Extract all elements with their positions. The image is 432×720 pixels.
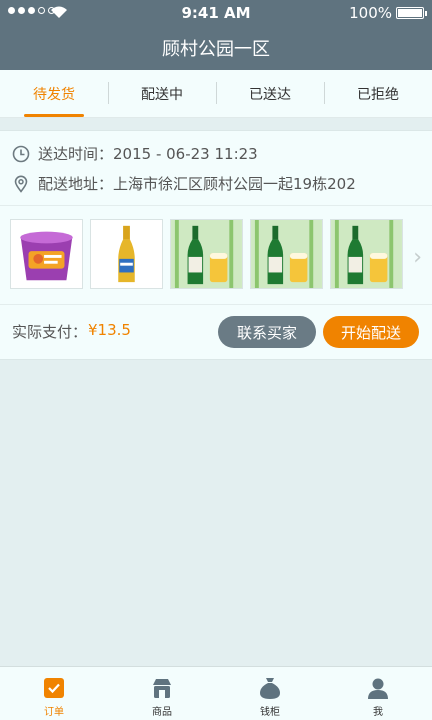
- tabbar-label: 商品: [152, 707, 172, 718]
- tabbar-label: 我: [373, 707, 383, 718]
- tab-pending-shipment[interactable]: 待发货: [0, 70, 108, 117]
- bottom-tab-bar: 订单 商品 钱柜 我: [0, 666, 432, 720]
- user-icon: [368, 678, 388, 699]
- product-green-beer-pack[interactable]: [170, 219, 243, 289]
- tabbar-item-me[interactable]: 我: [324, 667, 432, 720]
- status-bar: 9:41 AM 100%: [0, 0, 432, 26]
- contact-buyer-button[interactable]: 联系买家: [218, 316, 316, 348]
- page-title: 顾村公园一区: [162, 39, 270, 60]
- divider: [0, 205, 432, 206]
- order-status-tabs: 待发货 配送中 已送达 已拒绝: [0, 70, 432, 118]
- chevron-right-icon[interactable]: ›: [413, 245, 422, 270]
- divider: [0, 304, 432, 305]
- nav-bar: 顾村公园一区: [0, 26, 432, 70]
- product-beer-bottle[interactable]: [90, 219, 163, 289]
- wallet-bag-icon: [260, 678, 280, 699]
- delivery-time-value: 2015 - 06-23 11:23: [113, 144, 258, 163]
- battery-percent: 100%: [349, 4, 392, 22]
- goods-icon: [153, 679, 171, 698]
- delivery-time-label: 送达时间：: [38, 145, 114, 163]
- delivery-address-row: 配送地址： 上海市徐汇区顾村公园一起19栋202: [12, 173, 356, 194]
- product-instant-noodle[interactable]: [10, 219, 83, 289]
- tabbar-label: 订单: [44, 707, 64, 718]
- clock-icon: [12, 145, 30, 162]
- product-green-beer-pack[interactable]: [330, 219, 403, 289]
- delivery-address-label: 配送地址：: [38, 175, 114, 193]
- tab-rejected[interactable]: 已拒绝: [324, 70, 432, 117]
- actual-payment-amount: ¥13.5: [88, 321, 131, 339]
- tab-label: 待发货: [33, 86, 75, 103]
- battery-icon: [396, 7, 427, 19]
- order-icon: [44, 678, 64, 698]
- delivery-address-value: 上海市徐汇区顾村公园一起19栋202: [113, 175, 356, 193]
- delivery-time-row: 送达时间： 2015 - 06-23 11:23: [12, 143, 258, 164]
- tab-label: 配送中: [141, 86, 183, 103]
- tabbar-item-goods[interactable]: 商品: [108, 667, 216, 720]
- tabbar-item-wallet[interactable]: 钱柜: [216, 667, 324, 720]
- tab-label: 已送达: [249, 86, 291, 103]
- product-thumbnails[interactable]: [10, 219, 403, 289]
- start-delivery-button[interactable]: 开始配送: [323, 316, 419, 348]
- location-pin-icon: [14, 175, 28, 193]
- actual-payment-label: 实际支付：: [12, 323, 88, 341]
- tabbar-item-orders[interactable]: 订单: [0, 667, 108, 720]
- tab-delivering[interactable]: 配送中: [108, 70, 216, 117]
- order-card[interactable]: 送达时间： 2015 - 06-23 11:23 配送地址： 上海市徐汇区顾村公…: [0, 130, 432, 360]
- tabbar-label: 钱柜: [260, 707, 280, 718]
- tab-label: 已拒绝: [357, 86, 399, 103]
- tab-delivered[interactable]: 已送达: [216, 70, 324, 117]
- product-green-beer-pack[interactable]: [250, 219, 323, 289]
